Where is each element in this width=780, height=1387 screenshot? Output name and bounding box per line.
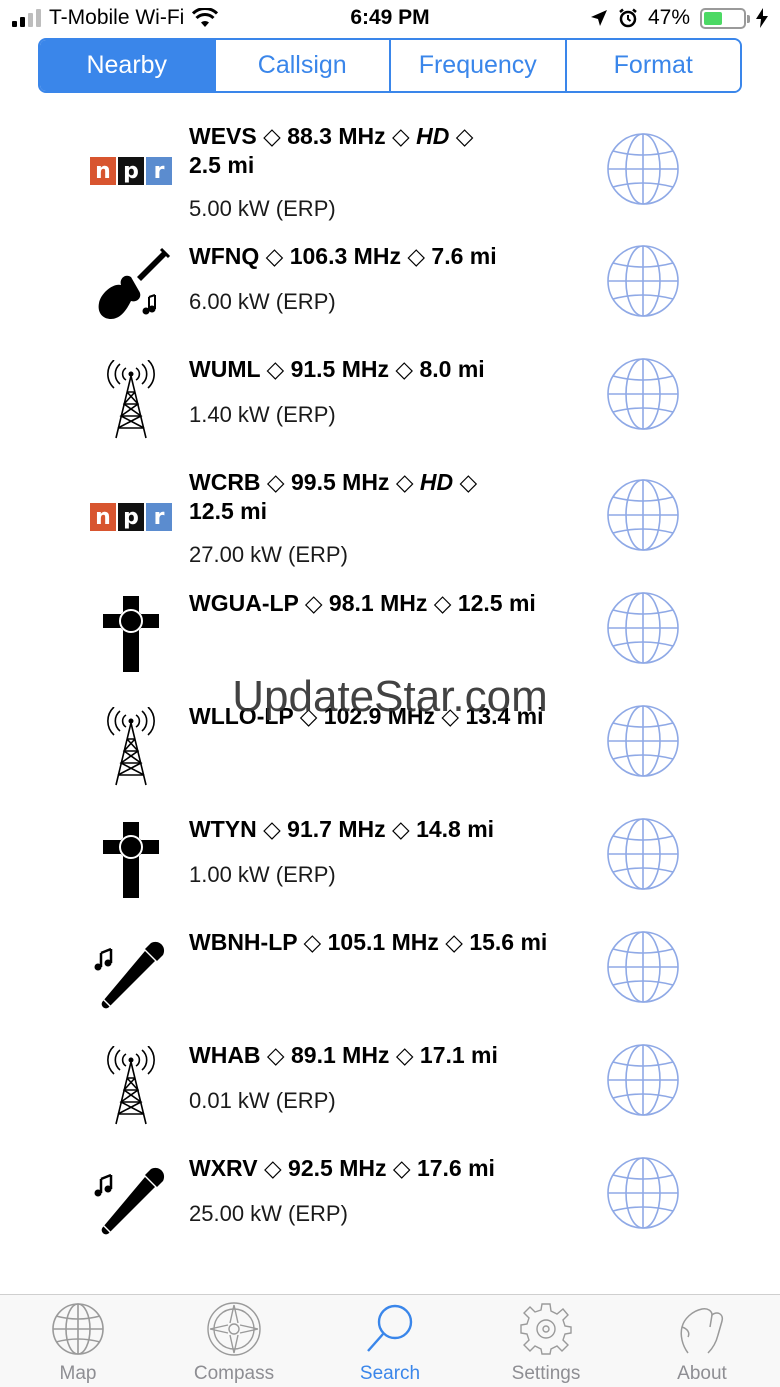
cross-icon bbox=[86, 817, 176, 903]
location-arrow-icon bbox=[590, 10, 607, 26]
globe-icon[interactable] bbox=[606, 591, 680, 665]
battery-level bbox=[704, 11, 722, 25]
station-title: WBNH-LP ◇ 105.1 MHz ◇ 15.6 mi bbox=[189, 929, 548, 955]
station-title: WGUA-LP ◇ 98.1 MHz ◇ 12.5 mi bbox=[189, 590, 536, 616]
station-power: 0.01 kW (ERP) bbox=[189, 1088, 336, 1113]
station-power: 25.00 kW (ERP) bbox=[189, 1201, 348, 1226]
station-title: WCRB ◇ 99.5 MHz ◇ HD ◇ 12.5 mi bbox=[189, 469, 478, 524]
charging-bolt-icon bbox=[756, 8, 768, 28]
station-power: 5.00 kW (ERP) bbox=[189, 196, 336, 221]
segment-callsign[interactable]: Callsign bbox=[213, 40, 389, 91]
hand-icon bbox=[680, 1308, 724, 1354]
radio-tower-icon bbox=[86, 357, 176, 443]
tab-label: About bbox=[677, 1363, 727, 1384]
globe-icon[interactable] bbox=[606, 357, 680, 431]
station-row[interactable]: WTYN ◇ 91.7 MHz ◇ 14.8 mi 1.00 kW (ERP) bbox=[0, 803, 780, 916]
station-row[interactable]: WXRV ◇ 92.5 MHz ◇ 17.6 mi 25.00 kW (ERP) bbox=[0, 1142, 780, 1255]
tab-search[interactable]: Search bbox=[312, 1295, 468, 1387]
battery-percent: 47% bbox=[647, 6, 690, 29]
station-title: WXRV ◇ 92.5 MHz ◇ 17.6 mi bbox=[189, 1155, 495, 1181]
npr-logo-icon: npr bbox=[86, 474, 176, 560]
globe-icon[interactable] bbox=[606, 817, 680, 891]
station-list: npr WEVS ◇ 88.3 MHz ◇ HD ◇ 2.5 mi 5.00 kW… bbox=[0, 110, 780, 1255]
station-row[interactable]: WLLO-LP ◇ 102.9 MHz ◇ 13.4 mi bbox=[0, 690, 780, 803]
gear-icon bbox=[520, 1303, 572, 1355]
search-mode-segmented-control: Nearby Callsign Frequency Format bbox=[38, 38, 742, 93]
radio-tower-icon bbox=[86, 1043, 176, 1129]
tab-about[interactable]: About bbox=[624, 1295, 780, 1387]
status-bar: T-Mobile Wi-Fi 6:49 PM 47% bbox=[0, 0, 780, 40]
tab-label: Compass bbox=[193, 1363, 275, 1384]
station-row[interactable]: WGUA-LP ◇ 98.1 MHz ◇ 12.5 mi bbox=[0, 577, 780, 690]
globe-icon[interactable] bbox=[606, 132, 680, 206]
npr-logo-icon: npr bbox=[86, 128, 176, 214]
globe-icon bbox=[52, 1303, 104, 1355]
station-row[interactable]: npr WCRB ◇ 99.5 MHz ◇ HD ◇ 12.5 mi 27.00 … bbox=[0, 456, 780, 577]
station-title: WFNQ ◇ 106.3 MHz ◇ 7.6 mi bbox=[189, 243, 497, 269]
globe-icon[interactable] bbox=[606, 478, 680, 552]
status-right: 47% bbox=[590, 6, 768, 30]
tab-bar: Map Compass Search Settings About bbox=[0, 1294, 780, 1387]
globe-icon[interactable] bbox=[606, 1156, 680, 1230]
tab-label: Map bbox=[59, 1363, 97, 1384]
microphone-icon bbox=[86, 930, 176, 1016]
segment-format[interactable]: Format bbox=[564, 40, 740, 91]
alarm-icon bbox=[619, 8, 637, 28]
guitar-icon bbox=[86, 244, 176, 330]
segment-nearby[interactable]: Nearby bbox=[40, 40, 214, 91]
search-icon bbox=[367, 1304, 413, 1352]
station-row[interactable]: WBNH-LP ◇ 105.1 MHz ◇ 15.6 mi bbox=[0, 916, 780, 1029]
station-power: 27.00 kW (ERP) bbox=[189, 542, 348, 567]
station-title: WEVS ◇ 88.3 MHz ◇ HD ◇ 2.5 mi bbox=[189, 123, 474, 178]
tab-map[interactable]: Map bbox=[0, 1295, 156, 1387]
station-title: WLLO-LP ◇ 102.9 MHz ◇ 13.4 mi bbox=[189, 703, 544, 729]
globe-icon[interactable] bbox=[606, 1043, 680, 1117]
globe-icon[interactable] bbox=[606, 704, 680, 778]
globe-icon[interactable] bbox=[606, 930, 680, 1004]
compass-icon bbox=[207, 1302, 261, 1356]
station-title: WUML ◇ 91.5 MHz ◇ 8.0 mi bbox=[189, 356, 485, 382]
station-title: WTYN ◇ 91.7 MHz ◇ 14.8 mi bbox=[189, 816, 495, 842]
globe-icon[interactable] bbox=[606, 244, 680, 318]
station-row[interactable]: WUML ◇ 91.5 MHz ◇ 8.0 mi 1.40 kW (ERP) bbox=[0, 343, 780, 456]
tab-label: Search bbox=[359, 1363, 421, 1384]
microphone-icon bbox=[86, 1156, 176, 1242]
radio-tower-icon bbox=[86, 704, 176, 790]
station-row[interactable]: WFNQ ◇ 106.3 MHz ◇ 7.6 mi 6.00 kW (ERP) bbox=[0, 230, 780, 343]
tab-settings[interactable]: Settings bbox=[468, 1295, 624, 1387]
station-title: WHAB ◇ 89.1 MHz ◇ 17.1 mi bbox=[189, 1042, 498, 1068]
station-row[interactable]: WHAB ◇ 89.1 MHz ◇ 17.1 mi 0.01 kW (ERP) bbox=[0, 1029, 780, 1142]
station-row[interactable]: npr WEVS ◇ 88.3 MHz ◇ HD ◇ 2.5 mi 5.00 kW… bbox=[0, 110, 780, 230]
segment-frequency[interactable]: Frequency bbox=[389, 40, 565, 91]
station-power: 1.00 kW (ERP) bbox=[189, 862, 336, 887]
battery-icon bbox=[700, 7, 750, 29]
cross-icon bbox=[86, 591, 176, 677]
station-power: 6.00 kW (ERP) bbox=[189, 289, 336, 314]
tab-compass[interactable]: Compass bbox=[156, 1295, 312, 1387]
station-power: 1.40 kW (ERP) bbox=[189, 402, 336, 427]
tab-label: Settings bbox=[511, 1363, 581, 1384]
